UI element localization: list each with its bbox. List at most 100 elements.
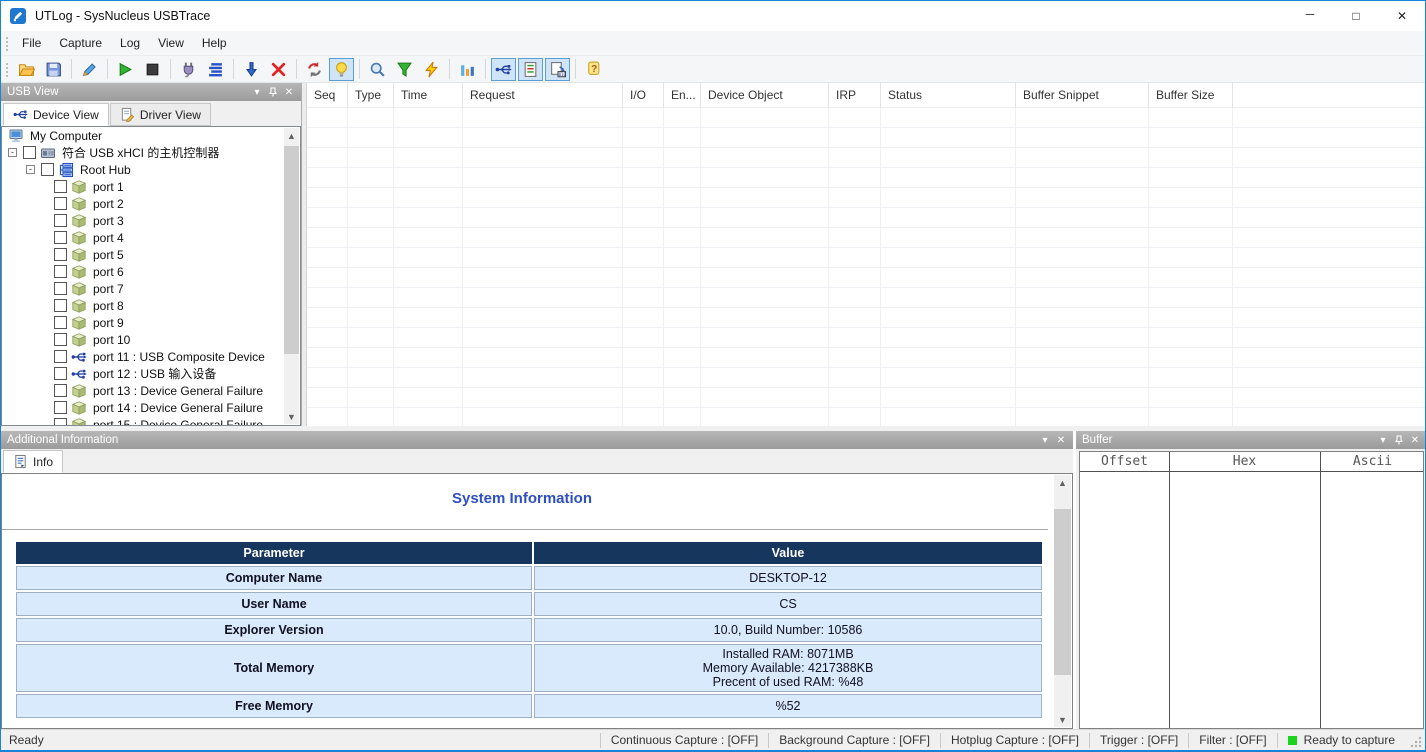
maximize-button[interactable]: □ [1333, 1, 1379, 31]
tree-item[interactable]: port 8 [2, 297, 300, 314]
tree-item[interactable]: My Computer [2, 127, 300, 144]
tree-checkbox[interactable] [54, 214, 67, 227]
tree-item[interactable]: -Root Hub [2, 161, 300, 178]
tree-item[interactable]: port 4 [2, 229, 300, 246]
hotplug-button[interactable] [176, 58, 201, 81]
column-header-i-o[interactable]: I/O [623, 83, 664, 108]
tree-checkbox[interactable] [54, 350, 67, 363]
resize-grip[interactable] [1409, 735, 1423, 749]
additional-info-close-icon[interactable]: ✕ [1053, 433, 1069, 447]
tree-checkbox[interactable] [54, 333, 67, 346]
tree-checkbox[interactable] [54, 248, 67, 261]
binary-view-button[interactable]: 0101 [545, 58, 570, 81]
toolbar-grip[interactable] [4, 61, 9, 77]
buffer-dropdown-icon[interactable]: ▾ [1375, 433, 1391, 447]
trigger-lightning-button[interactable] [419, 58, 444, 81]
scroll-up-icon[interactable]: ▲ [1054, 475, 1071, 490]
tab-info[interactable]: Info [3, 450, 63, 473]
cube-icon [71, 332, 87, 348]
column-header-type[interactable]: Type [348, 83, 394, 108]
tree-item[interactable]: port 10 [2, 331, 300, 348]
tree-item[interactable]: port 1 [2, 178, 300, 195]
column-header-buffer-size[interactable]: Buffer Size [1149, 83, 1233, 108]
start-capture-button[interactable] [113, 58, 138, 81]
tree-item[interactable]: port 9 [2, 314, 300, 331]
search-button[interactable] [365, 58, 390, 81]
tab-device-view[interactable]: Device View [3, 103, 109, 126]
additional-info-header: Additional Information ▾ ✕ [1, 431, 1073, 449]
edit-pencil-button[interactable] [77, 58, 102, 81]
scroll-down-icon[interactable]: ▼ [284, 409, 299, 424]
column-header-buffer-snippet[interactable]: Buffer Snippet [1016, 83, 1149, 108]
tree-checkbox[interactable] [23, 146, 36, 159]
column-header-en[interactable]: En... [664, 83, 701, 108]
tree-item[interactable]: port 3 [2, 212, 300, 229]
download-arrow-button[interactable] [239, 58, 264, 81]
tree-item[interactable]: port 6 [2, 263, 300, 280]
tree-item[interactable]: port 7 [2, 280, 300, 297]
tree-checkbox[interactable] [54, 316, 67, 329]
tree-checkbox[interactable] [54, 384, 67, 397]
tree-item[interactable]: port 11 : USB Composite Device [2, 348, 300, 365]
tree-checkbox[interactable] [54, 282, 67, 295]
minimize-button[interactable]: ─ [1287, 1, 1333, 31]
tree-item[interactable]: port 14 : Device General Failure [2, 399, 300, 416]
tree-item[interactable]: port 15 : Device General Failure [2, 416, 300, 426]
filter-funnel-button[interactable] [392, 58, 417, 81]
column-header-time[interactable]: Time [394, 83, 463, 108]
tree-checkbox[interactable] [41, 163, 54, 176]
additional-info-dropdown-icon[interactable]: ▾ [1037, 433, 1053, 447]
tree-item[interactable]: -符合 USB xHCI 的主机控制器 [2, 144, 300, 161]
tree-item[interactable]: port 5 [2, 246, 300, 263]
usb-view-pin-icon[interactable] [265, 85, 281, 99]
save-button[interactable] [41, 58, 66, 81]
menu-capture[interactable]: Capture [50, 31, 111, 56]
menu-help[interactable]: Help [193, 31, 236, 56]
menu-log[interactable]: Log [111, 31, 149, 56]
tree-item[interactable]: port 2 [2, 195, 300, 212]
delete-x-button[interactable] [266, 58, 291, 81]
menu-file[interactable]: File [13, 31, 50, 56]
tree-expander-icon[interactable]: - [26, 165, 35, 174]
buffer-close-icon[interactable]: ✕ [1407, 433, 1423, 447]
tree-checkbox[interactable] [54, 418, 67, 426]
tree-checkbox[interactable] [54, 401, 67, 414]
lightbulb-button[interactable] [329, 58, 354, 81]
column-header-irp[interactable]: IRP [829, 83, 881, 108]
refresh-button[interactable] [302, 58, 327, 81]
tree-checkbox[interactable] [54, 367, 67, 380]
open-folder-button[interactable] [14, 58, 39, 81]
hub-icon [58, 162, 74, 178]
tree-scrollbar[interactable]: ▲ ▼ [284, 128, 299, 424]
tree-checkbox[interactable] [54, 180, 67, 193]
scroll-up-icon[interactable]: ▲ [284, 128, 299, 143]
tree-item[interactable]: port 12 : USB 输入设备 [2, 365, 300, 382]
usb-view-dropdown-icon[interactable]: ▾ [249, 85, 265, 99]
column-header-request[interactable]: Request [463, 83, 623, 108]
scroll-down-icon[interactable]: ▼ [1054, 712, 1071, 727]
statistics-button[interactable] [455, 58, 480, 81]
menu-view[interactable]: View [149, 31, 193, 56]
close-button[interactable]: ✕ [1379, 1, 1425, 31]
buffer-pin-icon[interactable] [1391, 433, 1407, 447]
help-button[interactable]: ? [581, 58, 606, 81]
tree-item[interactable]: port 13 : Device General Failure [2, 382, 300, 399]
usb-view-button[interactable] [491, 58, 516, 81]
tab-driver-view[interactable]: Driver View [110, 103, 211, 126]
log-lines-button[interactable] [203, 58, 228, 81]
tree-checkbox[interactable] [54, 265, 67, 278]
report-view-button[interactable] [518, 58, 543, 81]
column-header-device-object[interactable]: Device Object [701, 83, 829, 108]
column-header-seq[interactable]: Seq [307, 83, 348, 108]
stop-capture-button[interactable] [140, 58, 165, 81]
tree-checkbox[interactable] [54, 197, 67, 210]
menubar-grip[interactable] [4, 35, 9, 51]
tree-expander-icon[interactable]: - [8, 148, 17, 157]
tree-checkbox[interactable] [54, 231, 67, 244]
column-header-status[interactable]: Status [881, 83, 1016, 108]
usb-view-close-icon[interactable]: ✕ [281, 85, 297, 99]
tree-checkbox[interactable] [54, 299, 67, 312]
info-scrollbar[interactable]: ▲ ▼ [1054, 475, 1071, 727]
info-scroll-thumb[interactable] [1054, 509, 1071, 675]
tree-scroll-thumb[interactable] [284, 146, 299, 354]
